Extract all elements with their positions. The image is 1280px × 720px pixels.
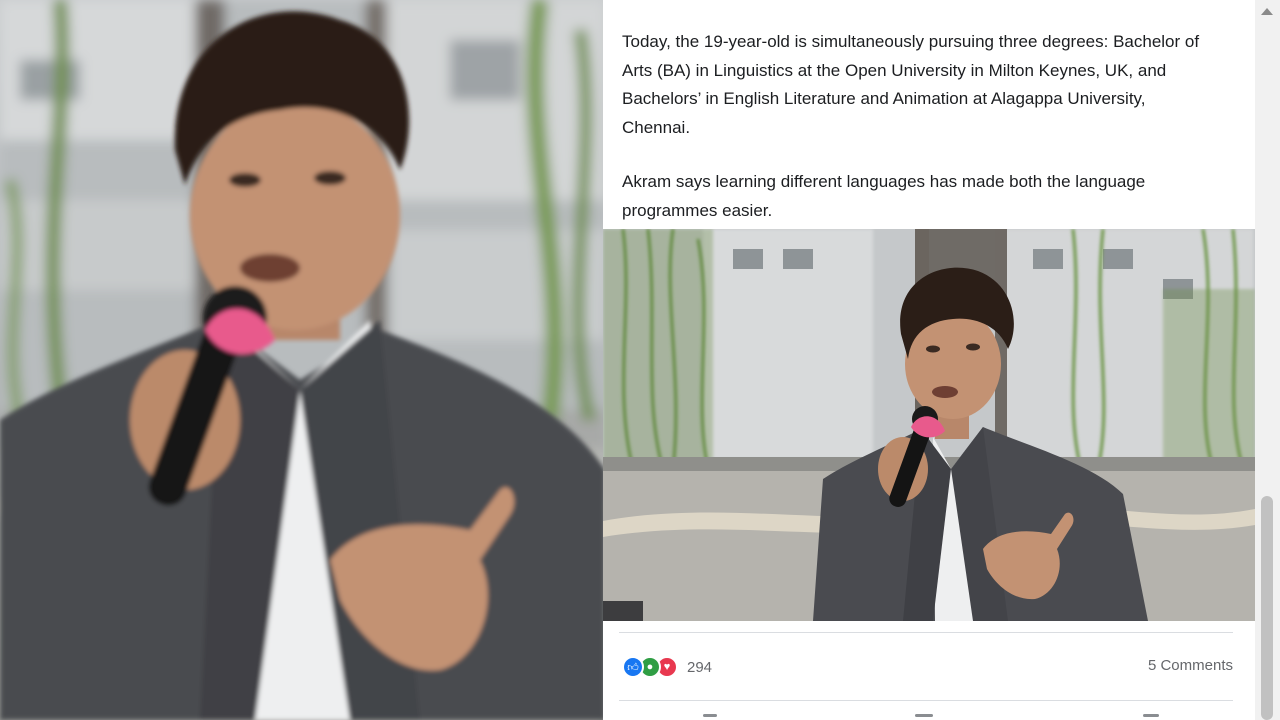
comments-count-link[interactable]: 5 Comments xyxy=(1148,657,1233,674)
post-body: Today, the 19-year-old is simultaneously… xyxy=(603,0,1255,225)
post-paragraph: Akram says learning different languages … xyxy=(622,172,1146,220)
scrollbar[interactable] xyxy=(1255,0,1280,720)
post-card: Today, the 19-year-old is simultaneously… xyxy=(603,0,1255,720)
comment-button-stub[interactable] xyxy=(915,714,933,717)
reactions-summary[interactable]: 👍︎ ● ♥ 294 xyxy=(622,656,712,678)
scroll-up-arrow-icon[interactable] xyxy=(1261,8,1273,15)
share-button-stub[interactable] xyxy=(1143,714,1159,717)
action-bar xyxy=(603,712,1255,720)
like-button-stub[interactable] xyxy=(703,714,717,717)
divider xyxy=(619,632,1233,633)
post-image[interactable] xyxy=(603,229,1255,621)
background-photo xyxy=(0,0,605,720)
reaction-count: 294 xyxy=(687,658,713,676)
like-icon: 👍︎ xyxy=(622,656,644,678)
scroll-thumb[interactable] xyxy=(1261,496,1273,720)
post-paragraph: Today, the 19-year-old is simultaneously… xyxy=(622,32,1200,137)
divider xyxy=(619,700,1233,701)
